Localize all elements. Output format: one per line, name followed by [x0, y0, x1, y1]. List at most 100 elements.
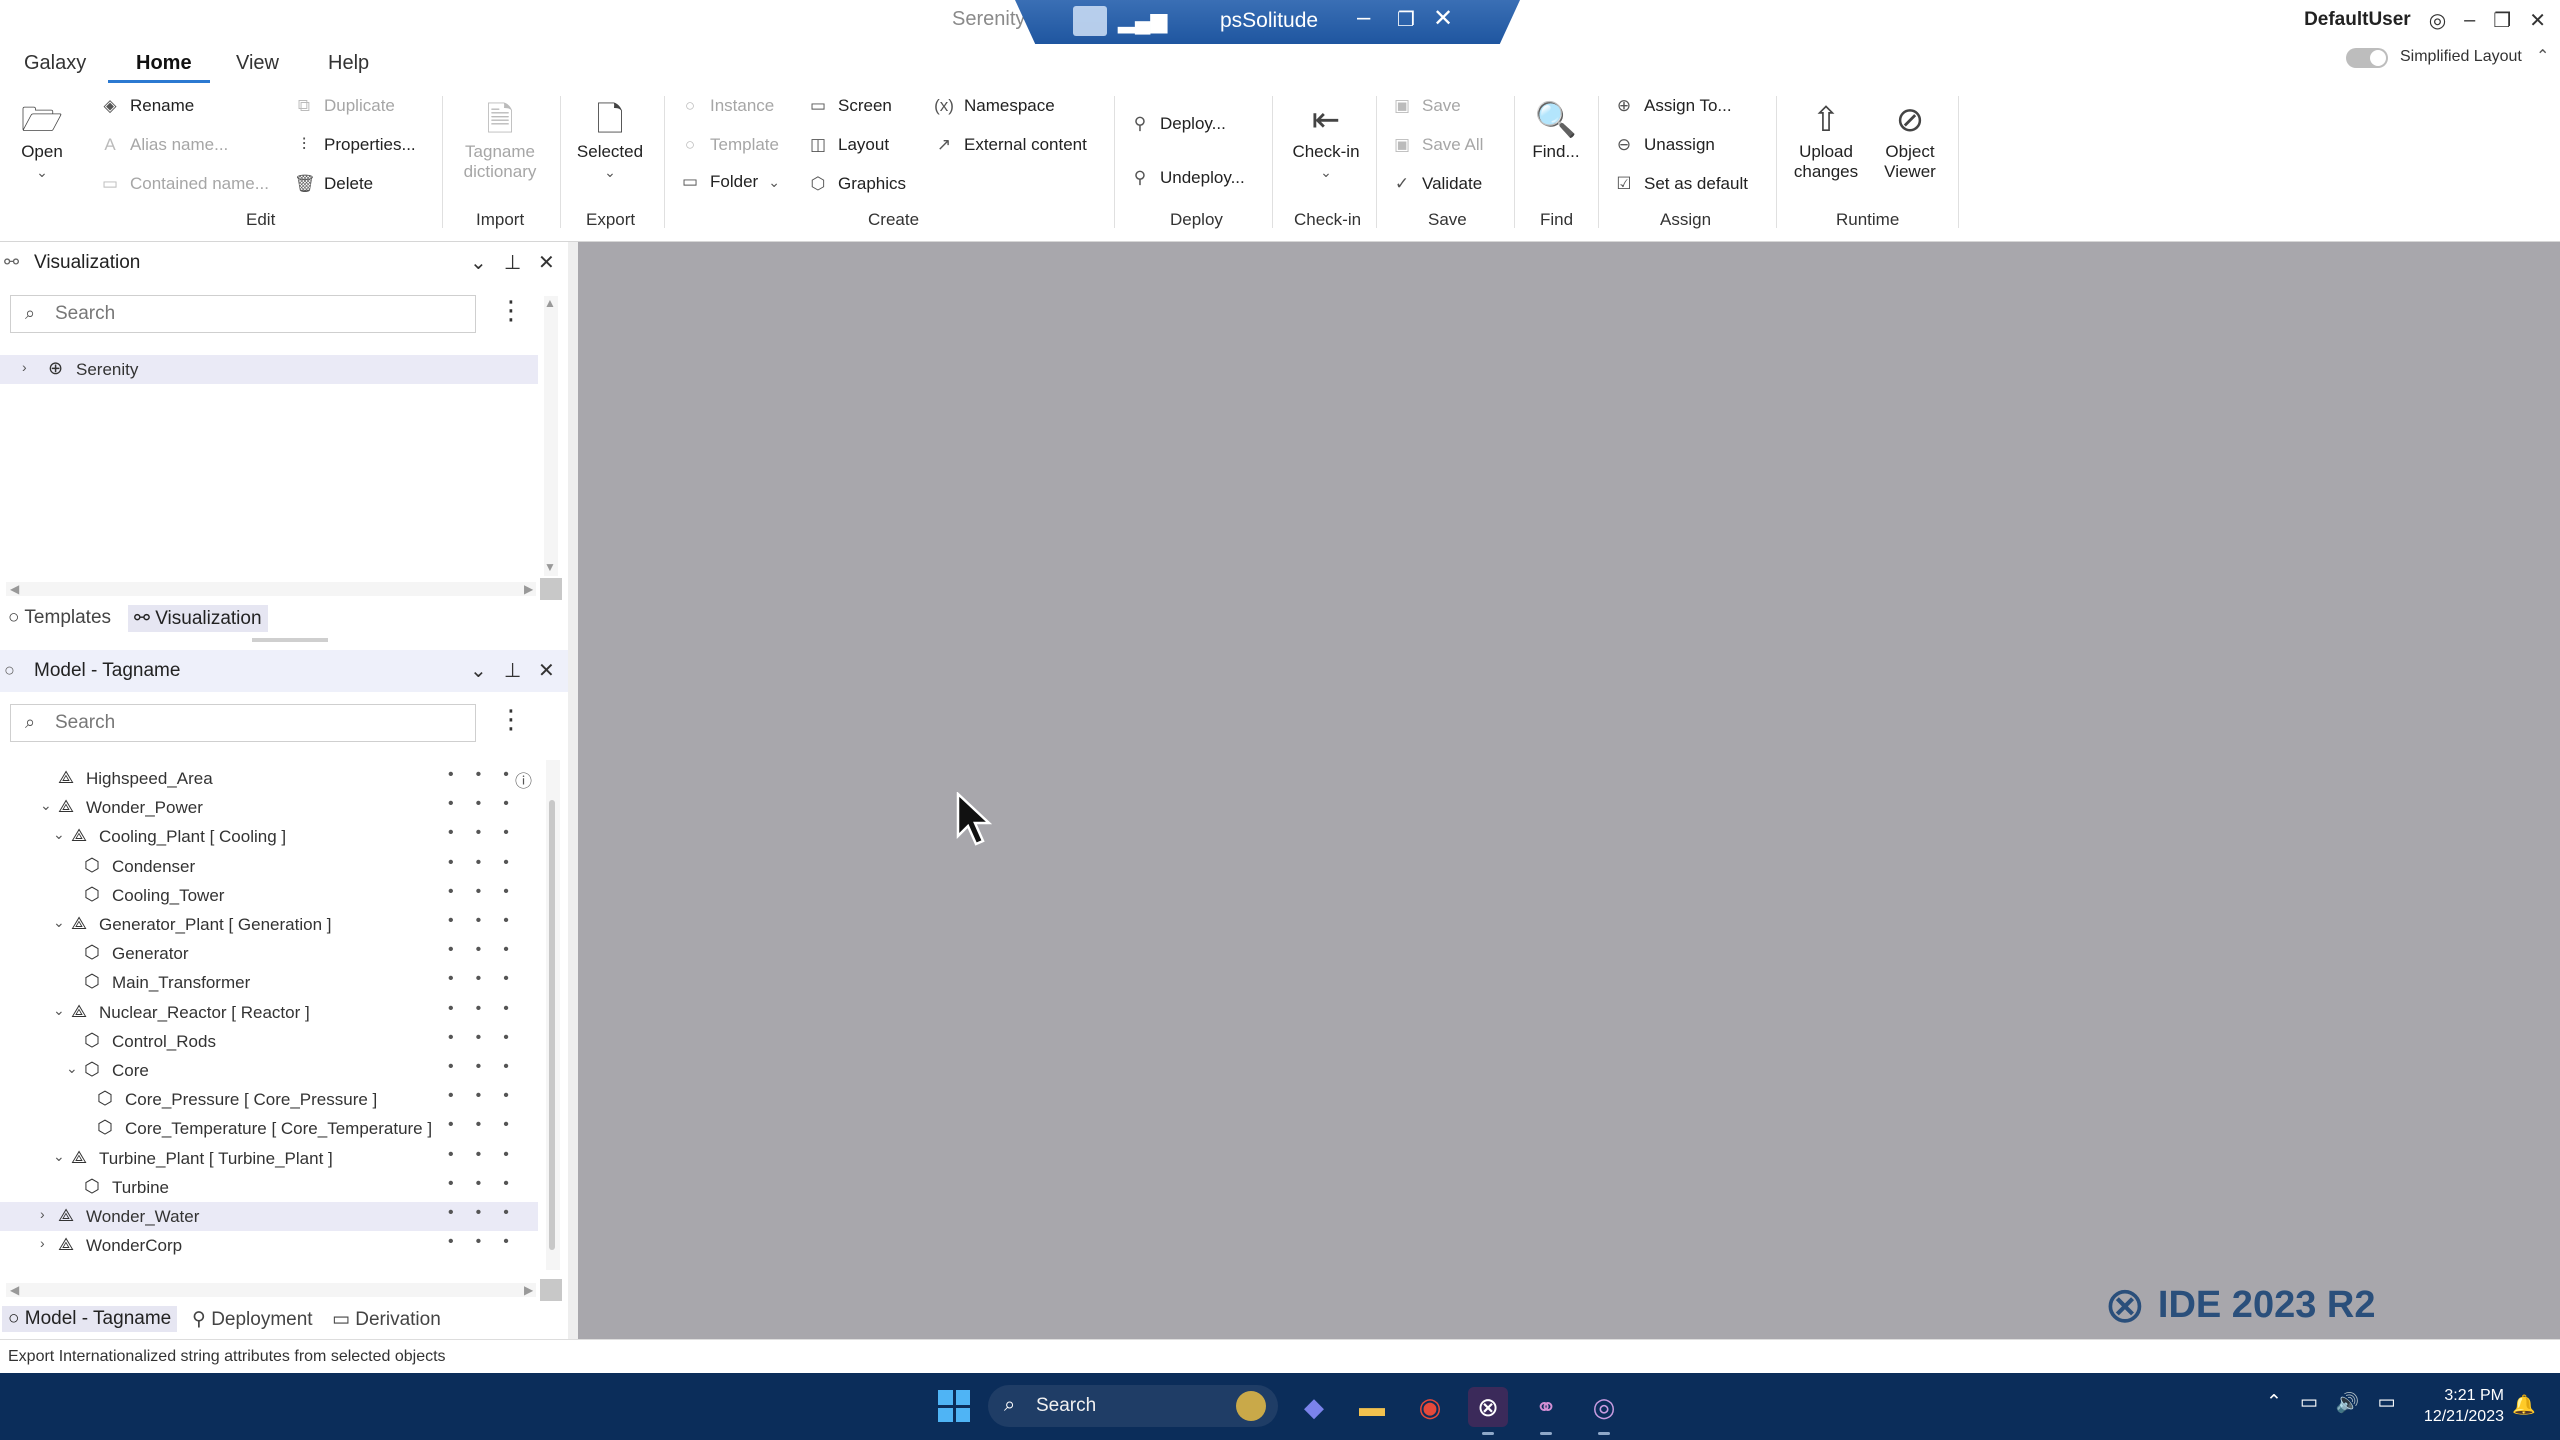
model-search[interactable]: ⌕: [10, 704, 476, 742]
notification-bell-icon[interactable]: 🔔: [2512, 1393, 2536, 1417]
app-icon[interactable]: ⚭: [1526, 1387, 1566, 1435]
windows-start-icon[interactable]: [938, 1390, 970, 1422]
taskbar-search[interactable]: ⌕ Search: [988, 1385, 1278, 1427]
tab-templates[interactable]: ○ Templates: [2, 605, 117, 631]
tagname-dictionary-button[interactable]: 🗎 Tagname dictionary: [456, 98, 544, 182]
object-viewer-button[interactable]: ⊘ Object Viewer: [1872, 98, 1948, 182]
simplified-layout-toggle[interactable]: [2346, 48, 2388, 68]
chevron-down-icon[interactable]: ⌄: [53, 914, 65, 931]
model-more-icon[interactable]: ⋮: [498, 706, 524, 732]
editor-canvas[interactable]: [578, 242, 2560, 1339]
scroll-right-icon[interactable]: ▶: [524, 582, 533, 596]
tree-row[interactable]: ⬡ Control_Rods •••: [0, 1027, 538, 1056]
panel-divider[interactable]: [568, 242, 578, 1339]
chevron-down-icon[interactable]: ⌄: [53, 826, 65, 843]
upload-changes-button[interactable]: ⇧ Upload changes: [1788, 98, 1864, 182]
validate-button[interactable]: ✓ Validate: [1392, 174, 1482, 194]
teams-icon[interactable]: ◆: [1294, 1387, 1334, 1427]
layout-button[interactable]: ◫ Layout: [808, 135, 889, 155]
menu-galaxy[interactable]: Galaxy: [24, 52, 86, 75]
remote-session-bar[interactable]: ▂▄▆ psSolitude – ❐ ✕: [1015, 0, 1520, 44]
chevron-down-icon[interactable]: ⌄: [66, 1060, 78, 1077]
model-horizontal-scrollbar[interactable]: [6, 1283, 536, 1297]
app2-icon[interactable]: ◎: [1584, 1387, 1624, 1435]
alias-name-button[interactable]: A Alias name...: [100, 135, 228, 155]
template-button[interactable]: ○ Template: [680, 135, 779, 155]
external-content-button[interactable]: ↗ External content: [934, 135, 1087, 155]
save-button[interactable]: ▣ Save: [1392, 96, 1461, 116]
volume-icon[interactable]: 🔊: [2336, 1391, 2360, 1415]
tree-row[interactable]: › ⟁ WonderCorp •••: [0, 1231, 538, 1260]
tree-row[interactable]: ⬡ Generator •••: [0, 939, 538, 968]
tree-row[interactable]: ⬡ Cooling_Tower •••: [0, 881, 538, 910]
info-icon[interactable]: ⓘ: [515, 767, 532, 792]
close-icon[interactable]: ✕: [538, 658, 555, 683]
tab-visualization[interactable]: ⚯ Visualization: [128, 605, 268, 632]
visualization-search[interactable]: ⌕: [10, 295, 476, 333]
pin-icon[interactable]: ⊥: [504, 250, 521, 275]
tree-row[interactable]: ⟁ Highspeed_Area ••• ⓘ: [0, 764, 538, 793]
chevron-down-icon[interactable]: ⌄: [470, 250, 487, 275]
ide-icon[interactable]: ⊗: [1468, 1387, 1508, 1435]
tab-model-tagname[interactable]: ○ Model - Tagname: [2, 1306, 178, 1332]
tree-row[interactable]: ⬡ Core_Pressure [ Core_Pressure ] •••: [0, 1085, 538, 1114]
save-all-button[interactable]: ▣ Save All: [1392, 135, 1483, 155]
visualization-more-icon[interactable]: ⋮: [498, 297, 524, 323]
window-restore-button[interactable]: ❐: [2493, 8, 2511, 33]
chevron-down-icon[interactable]: ⌄: [53, 1148, 65, 1165]
visualization-search-input[interactable]: [55, 300, 455, 328]
assign-to-button[interactable]: ⊕ Assign To...: [1614, 96, 1732, 116]
network-icon[interactable]: ▭: [2300, 1391, 2318, 1415]
chevron-right-icon[interactable]: ›: [40, 1235, 45, 1251]
window-close-button[interactable]: ✕: [2529, 8, 2546, 33]
chevron-right-icon[interactable]: ›: [22, 359, 27, 375]
menu-view[interactable]: View: [236, 52, 279, 75]
scroll-up-icon[interactable]: ▲: [544, 296, 556, 310]
minimize-icon[interactable]: –: [1357, 4, 1370, 32]
undeploy-button[interactable]: ⚲ Undeploy...: [1130, 168, 1245, 188]
clock[interactable]: 3:21 PM 12/21/2023: [2414, 1385, 2504, 1427]
tree-row[interactable]: ⌄ ⟁ Wonder_Power •••: [0, 793, 538, 822]
collapse-ribbon-icon[interactable]: ⌃: [2536, 46, 2549, 66]
panel-splitter[interactable]: [0, 634, 568, 648]
scroll-right-icon[interactable]: ▶: [524, 1283, 533, 1297]
set-as-default-button[interactable]: ☑ Set as default: [1614, 174, 1748, 194]
chevron-down-icon[interactable]: ⌄: [40, 797, 52, 814]
graphics-button[interactable]: ⬡ Graphics: [808, 174, 906, 194]
chevron-up-icon[interactable]: ⌃: [2266, 1391, 2282, 1415]
tree-row[interactable]: ⬡ Main_Transformer •••: [0, 968, 538, 997]
pin-icon[interactable]: [1073, 6, 1107, 36]
scroll-down-icon[interactable]: ▼: [544, 560, 556, 574]
close-icon[interactable]: ✕: [1433, 4, 1453, 33]
file-explorer-icon[interactable]: ▬: [1352, 1387, 1392, 1427]
chevron-right-icon[interactable]: ›: [40, 1206, 45, 1222]
model-vertical-scrollbar[interactable]: [546, 760, 560, 1270]
window-minimize-button[interactable]: –: [2464, 9, 2475, 32]
namespace-button[interactable]: (x) Namespace: [934, 96, 1055, 116]
screen-button[interactable]: ▭ Screen: [808, 96, 892, 116]
battery-icon[interactable]: ▭: [2378, 1391, 2396, 1415]
tree-row[interactable]: › ⟁ Wonder_Water •••: [0, 1202, 538, 1231]
scroll-thumb[interactable]: [549, 800, 555, 1250]
unassign-button[interactable]: ⊖ Unassign: [1614, 135, 1715, 155]
tree-row[interactable]: ⌄ ⟁ Nuclear_Reactor [ Reactor ] •••: [0, 998, 538, 1027]
chevron-down-icon[interactable]: ⌄: [470, 658, 487, 683]
check-in-button[interactable]: ⇤ Check-in ⌄: [1286, 98, 1366, 182]
delete-button[interactable]: 🗑 Delete: [294, 174, 373, 194]
rename-button[interactable]: ◈ Rename: [100, 96, 194, 116]
scroll-left-icon[interactable]: ◀: [10, 582, 19, 596]
user-account-icon[interactable]: ◎: [2429, 8, 2446, 33]
tree-row[interactable]: ⌄ ⬡ Core •••: [0, 1056, 538, 1085]
folder-button[interactable]: ▭ Folder ⌄: [680, 172, 780, 192]
tree-row[interactable]: ⬡ Condenser •••: [0, 852, 538, 881]
close-icon[interactable]: ✕: [538, 250, 555, 275]
visualization-vertical-scrollbar[interactable]: [544, 296, 558, 576]
contained-name-button[interactable]: ▭ Contained name...: [100, 174, 269, 194]
export-selected-button[interactable]: 🗋 Selected ⌄: [572, 98, 648, 182]
duplicate-button[interactable]: ⧉ Duplicate: [294, 96, 395, 116]
tree-row[interactable]: ⌄ ⟁ Cooling_Plant [ Cooling ] •••: [0, 822, 538, 851]
deploy-button[interactable]: ⚲ Deploy...: [1130, 114, 1226, 134]
tree-row[interactable]: ⬡ Turbine •••: [0, 1173, 538, 1202]
tree-row[interactable]: ⬡ Core_Temperature [ Core_Temperature ] ••…: [0, 1114, 538, 1143]
properties-button[interactable]: ⫶ Properties...: [294, 135, 416, 155]
